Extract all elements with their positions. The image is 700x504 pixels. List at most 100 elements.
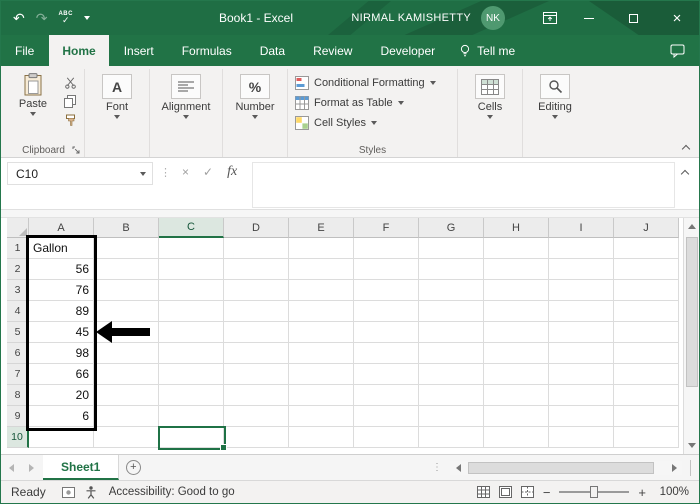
redo-icon[interactable]: ↷: [36, 11, 48, 25]
macro-record-icon[interactable]: [62, 487, 75, 498]
cell-I9[interactable]: [549, 406, 614, 427]
accessibility-icon[interactable]: [85, 486, 97, 499]
cell-G3[interactable]: [419, 280, 484, 301]
cell-D1[interactable]: [224, 238, 289, 259]
cell-J1[interactable]: [614, 238, 679, 259]
cell-J4[interactable]: [614, 301, 679, 322]
minimize-button[interactable]: [567, 1, 611, 35]
cell-B8[interactable]: [94, 385, 159, 406]
column-header-F[interactable]: F: [354, 218, 419, 238]
cell-B6[interactable]: [94, 343, 159, 364]
tab-formulas[interactable]: Formulas: [169, 35, 245, 66]
cell-C5[interactable]: [159, 322, 224, 343]
qat-customize-icon[interactable]: [84, 16, 90, 20]
undo-icon[interactable]: ↶: [13, 11, 25, 25]
cell-E3[interactable]: [289, 280, 354, 301]
cell-D2[interactable]: [224, 259, 289, 280]
horizontal-scroll-thumb[interactable]: [468, 462, 654, 474]
cell-F2[interactable]: [354, 259, 419, 280]
row-header-8[interactable]: 8: [7, 385, 29, 406]
cell-D5[interactable]: [224, 322, 289, 343]
hscroll-right-icon[interactable]: [666, 461, 682, 475]
cut-icon[interactable]: [64, 76, 77, 89]
hscroll-left-icon[interactable]: [450, 461, 466, 475]
cell-H8[interactable]: [484, 385, 549, 406]
zoom-slider-thumb[interactable]: [590, 486, 598, 498]
cell-J5[interactable]: [614, 322, 679, 343]
cell-D9[interactable]: [224, 406, 289, 427]
paste-button[interactable]: Paste: [10, 71, 56, 143]
cell-J9[interactable]: [614, 406, 679, 427]
cell-G7[interactable]: [419, 364, 484, 385]
cell-G4[interactable]: [419, 301, 484, 322]
cell-C4[interactable]: [159, 301, 224, 322]
cell-H3[interactable]: [484, 280, 549, 301]
cell-I5[interactable]: [549, 322, 614, 343]
formula-input[interactable]: [252, 162, 675, 208]
cell-A5[interactable]: 45: [29, 322, 94, 343]
cell-A4[interactable]: 89: [29, 301, 94, 322]
cell-H6[interactable]: [484, 343, 549, 364]
user-name[interactable]: NIRMAL KAMISHETTY: [351, 12, 471, 24]
tab-home[interactable]: Home: [49, 35, 108, 66]
cell-E5[interactable]: [289, 322, 354, 343]
row-header-7[interactable]: 7: [7, 364, 29, 385]
spelling-icon[interactable]: ABC ✓: [58, 11, 73, 25]
cell-H4[interactable]: [484, 301, 549, 322]
ribbon-display-options-icon[interactable]: [533, 1, 567, 35]
cell-A1[interactable]: Gallon: [29, 238, 94, 259]
cell-G6[interactable]: [419, 343, 484, 364]
cell-E9[interactable]: [289, 406, 354, 427]
cell-D6[interactable]: [224, 343, 289, 364]
cell-F6[interactable]: [354, 343, 419, 364]
row-header-10[interactable]: 10: [7, 427, 29, 448]
normal-view-icon[interactable]: [477, 486, 490, 498]
column-header-D[interactable]: D: [224, 218, 289, 238]
select-all-button[interactable]: [7, 218, 29, 238]
cell-C2[interactable]: [159, 259, 224, 280]
column-header-C[interactable]: C: [159, 218, 224, 238]
cell-F1[interactable]: [354, 238, 419, 259]
cell-F3[interactable]: [354, 280, 419, 301]
cell-I1[interactable]: [549, 238, 614, 259]
cell-H1[interactable]: [484, 238, 549, 259]
row-header-1[interactable]: 1: [7, 238, 29, 259]
page-layout-view-icon[interactable]: [499, 486, 512, 498]
sheet-nav-right-icon[interactable]: [21, 455, 41, 480]
row-header-4[interactable]: 4: [7, 301, 29, 322]
cell-D3[interactable]: [224, 280, 289, 301]
scroll-up-icon[interactable]: [684, 218, 699, 235]
cell-B10[interactable]: [94, 427, 159, 448]
cell-C9[interactable]: [159, 406, 224, 427]
cell-D7[interactable]: [224, 364, 289, 385]
horizontal-scrollbar[interactable]: [466, 461, 666, 475]
cell-I8[interactable]: [549, 385, 614, 406]
cell-G8[interactable]: [419, 385, 484, 406]
cell-J10[interactable]: [614, 427, 679, 448]
copy-icon[interactable]: [64, 95, 77, 108]
cell-A10[interactable]: [29, 427, 94, 448]
cell-A6[interactable]: 98: [29, 343, 94, 364]
cancel-icon[interactable]: ×: [182, 166, 189, 178]
tab-scroll-separator[interactable]: ⋮: [432, 462, 442, 473]
column-header-H[interactable]: H: [484, 218, 549, 238]
column-header-E[interactable]: E: [289, 218, 354, 238]
row-header-9[interactable]: 9: [7, 406, 29, 427]
vertical-scrollbar[interactable]: [683, 218, 699, 454]
cell-I7[interactable]: [549, 364, 614, 385]
column-header-I[interactable]: I: [549, 218, 614, 238]
cell-G1[interactable]: [419, 238, 484, 259]
cell-H9[interactable]: [484, 406, 549, 427]
scroll-down-icon[interactable]: [684, 437, 699, 454]
cell-B7[interactable]: [94, 364, 159, 385]
tab-review[interactable]: Review: [300, 35, 365, 66]
zoom-level[interactable]: 100%: [655, 486, 689, 498]
format-painter-icon[interactable]: [64, 114, 77, 127]
cell-B9[interactable]: [94, 406, 159, 427]
cell-H2[interactable]: [484, 259, 549, 280]
cell-F9[interactable]: [354, 406, 419, 427]
cell-C6[interactable]: [159, 343, 224, 364]
cell-I4[interactable]: [549, 301, 614, 322]
cell-G10[interactable]: [419, 427, 484, 448]
editing-button[interactable]: Editing: [530, 71, 580, 143]
